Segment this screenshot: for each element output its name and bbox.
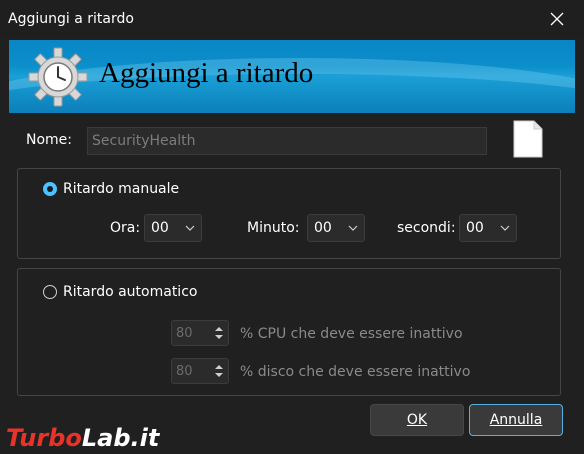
chevron-down-icon bbox=[185, 225, 195, 231]
file-icon[interactable] bbox=[513, 120, 543, 158]
chevron-down-icon bbox=[500, 225, 510, 231]
watermark-part1: Turbo bbox=[6, 424, 82, 452]
minute-select[interactable]: 00 bbox=[307, 214, 365, 242]
hour-label: Ora: bbox=[110, 220, 141, 236]
disk-value: 80 bbox=[176, 363, 193, 379]
watermark-part2: Lab.it bbox=[81, 424, 160, 452]
header-banner: Aggiungi a ritardo bbox=[9, 40, 575, 113]
spin-up-icon[interactable] bbox=[214, 364, 224, 370]
cancel-button-label: Annulla bbox=[489, 412, 543, 428]
disk-label: % disco che deve essere inattivo bbox=[240, 364, 471, 380]
manual-delay-radio[interactable]: Ritardo manuale bbox=[43, 181, 179, 197]
disk-spinner[interactable]: 80 bbox=[171, 358, 229, 384]
banner-title: Aggiungi a ritardo bbox=[99, 57, 314, 89]
hour-select[interactable]: 00 bbox=[144, 214, 202, 242]
cpu-spinner[interactable]: 80 bbox=[171, 320, 229, 346]
radio-unselected-icon bbox=[43, 285, 57, 299]
chevron-down-icon bbox=[348, 225, 358, 231]
cpu-label: % CPU che deve essere inattivo bbox=[240, 326, 463, 342]
radio-selected-icon bbox=[43, 182, 57, 196]
name-label: Nome: bbox=[26, 132, 73, 148]
minute-value: 00 bbox=[314, 220, 332, 236]
spin-up-icon[interactable] bbox=[214, 326, 224, 332]
manual-delay-label: Ritardo manuale bbox=[63, 181, 180, 197]
cpu-value: 80 bbox=[176, 325, 193, 341]
seconds-label: secondi: bbox=[397, 220, 456, 236]
cancel-button[interactable]: Annulla bbox=[469, 404, 563, 436]
seconds-value: 00 bbox=[466, 220, 484, 236]
close-icon bbox=[550, 12, 564, 26]
spin-down-icon[interactable] bbox=[214, 372, 224, 378]
title-bar: Aggiungi a ritardo bbox=[0, 0, 584, 38]
minute-label: Minuto: bbox=[247, 220, 300, 236]
spin-down-icon[interactable] bbox=[214, 334, 224, 340]
close-button[interactable] bbox=[544, 6, 570, 32]
seconds-select[interactable]: 00 bbox=[459, 214, 517, 242]
ok-button[interactable]: OK bbox=[370, 404, 464, 436]
automatic-delay-radio[interactable]: Ritardo automatico bbox=[43, 284, 197, 300]
name-input[interactable] bbox=[87, 127, 487, 155]
clock-gear-icon bbox=[28, 47, 88, 107]
ok-button-label: OK bbox=[406, 412, 428, 428]
hour-value: 00 bbox=[151, 220, 169, 236]
window-title: Aggiungi a ritardo bbox=[8, 11, 134, 27]
watermark-logo: Turbo Lab.it bbox=[6, 424, 159, 452]
automatic-delay-label: Ritardo automatico bbox=[63, 284, 198, 300]
